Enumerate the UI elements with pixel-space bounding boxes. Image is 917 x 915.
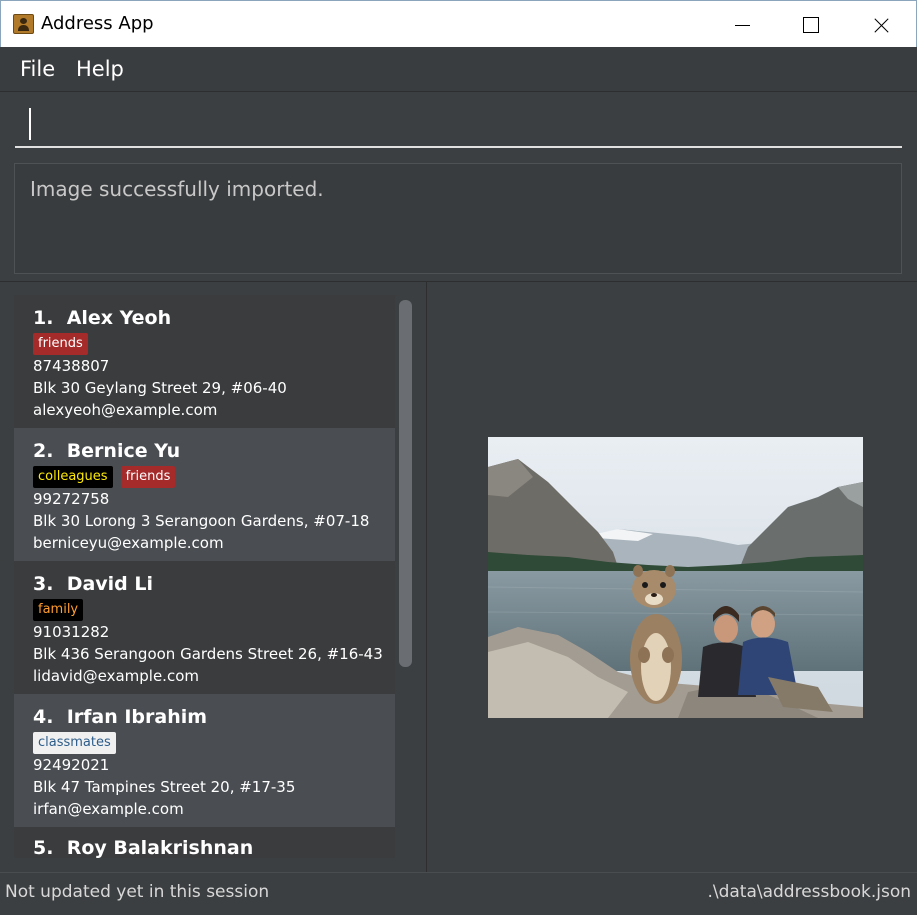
list-scrollbar-thumb[interactable] [399,300,412,667]
close-icon[interactable] [846,1,916,48]
command-box-container [0,92,917,156]
person-email: irfan@example.com [33,800,184,818]
result-display: Image successfully imported. [14,163,902,274]
person-phone: 87438807 [33,357,110,375]
tag-list: family [33,599,84,621]
person-phone: 99272758 [33,490,110,508]
person-name: 2. Bernice Yu [33,440,181,462]
tag-family: family [33,599,84,621]
person-address: Blk 47 Tampines Street 20, #17-35 [33,778,296,796]
person-email: berniceyu@example.com [33,534,224,552]
tag-list: friends [33,333,88,355]
tag-colleagues: colleagues [33,466,113,488]
person-name: 4. Irfan Ibrahim [33,706,208,728]
maximize-icon[interactable] [776,1,846,48]
person-email: alexyeoh@example.com [33,401,218,419]
tag-list: colleagues friends [33,466,176,488]
sync-status: Not updated yet in this session [5,882,270,902]
menu-bar: File Help [0,47,917,92]
person-phone: 92492021 [33,756,110,774]
window-title: Address App [41,13,154,34]
window-title-bar: Address App [0,0,917,47]
menu-help[interactable]: Help [76,57,124,81]
person-name: 3. David Li [33,573,154,595]
tag-list: classmates [33,732,116,754]
text-caret [29,108,31,140]
person-card[interactable]: 1. Alex Yeoh friends 87438807 Blk 30 Gey… [14,295,395,428]
person-email: lidavid@example.com [33,667,199,685]
person-card[interactable]: 5. Roy Balakrishnan [14,827,395,858]
person-list[interactable]: 1. Alex Yeoh friends 87438807 Blk 30 Gey… [14,295,395,858]
person-card[interactable]: 3. David Li family 91031282 Blk 436 Sera… [14,561,395,694]
tag-friends: friends [33,333,88,355]
tag-friends: friends [120,466,176,488]
tag-classmates: classmates [33,732,116,754]
result-message: Image successfully imported. [30,177,324,201]
menu-file[interactable]: File [20,57,55,81]
person-name: 1. Alex Yeoh [33,307,172,329]
person-address: Blk 436 Serangoon Gardens Street 26, #16… [33,645,383,663]
person-address: Blk 30 Geylang Street 29, #06-40 [33,379,287,397]
command-input[interactable] [15,102,902,148]
address-book-icon [13,14,34,34]
person-card[interactable]: 4. Irfan Ibrahim classmates 92492021 Blk… [14,694,395,827]
person-phone: 91031282 [33,623,110,641]
imported-photo [488,437,863,718]
person-card[interactable]: 2. Bernice Yu colleagues friends 9927275… [14,428,395,561]
person-address: Blk 30 Lorong 3 Serangoon Gardens, #07-1… [33,512,370,530]
minimize-icon[interactable] [707,1,777,48]
status-bar: Not updated yet in this session .\data\a… [0,872,917,915]
person-name: 5. Roy Balakrishnan [33,837,254,858]
save-location: .\data\addressbook.json [707,882,911,902]
